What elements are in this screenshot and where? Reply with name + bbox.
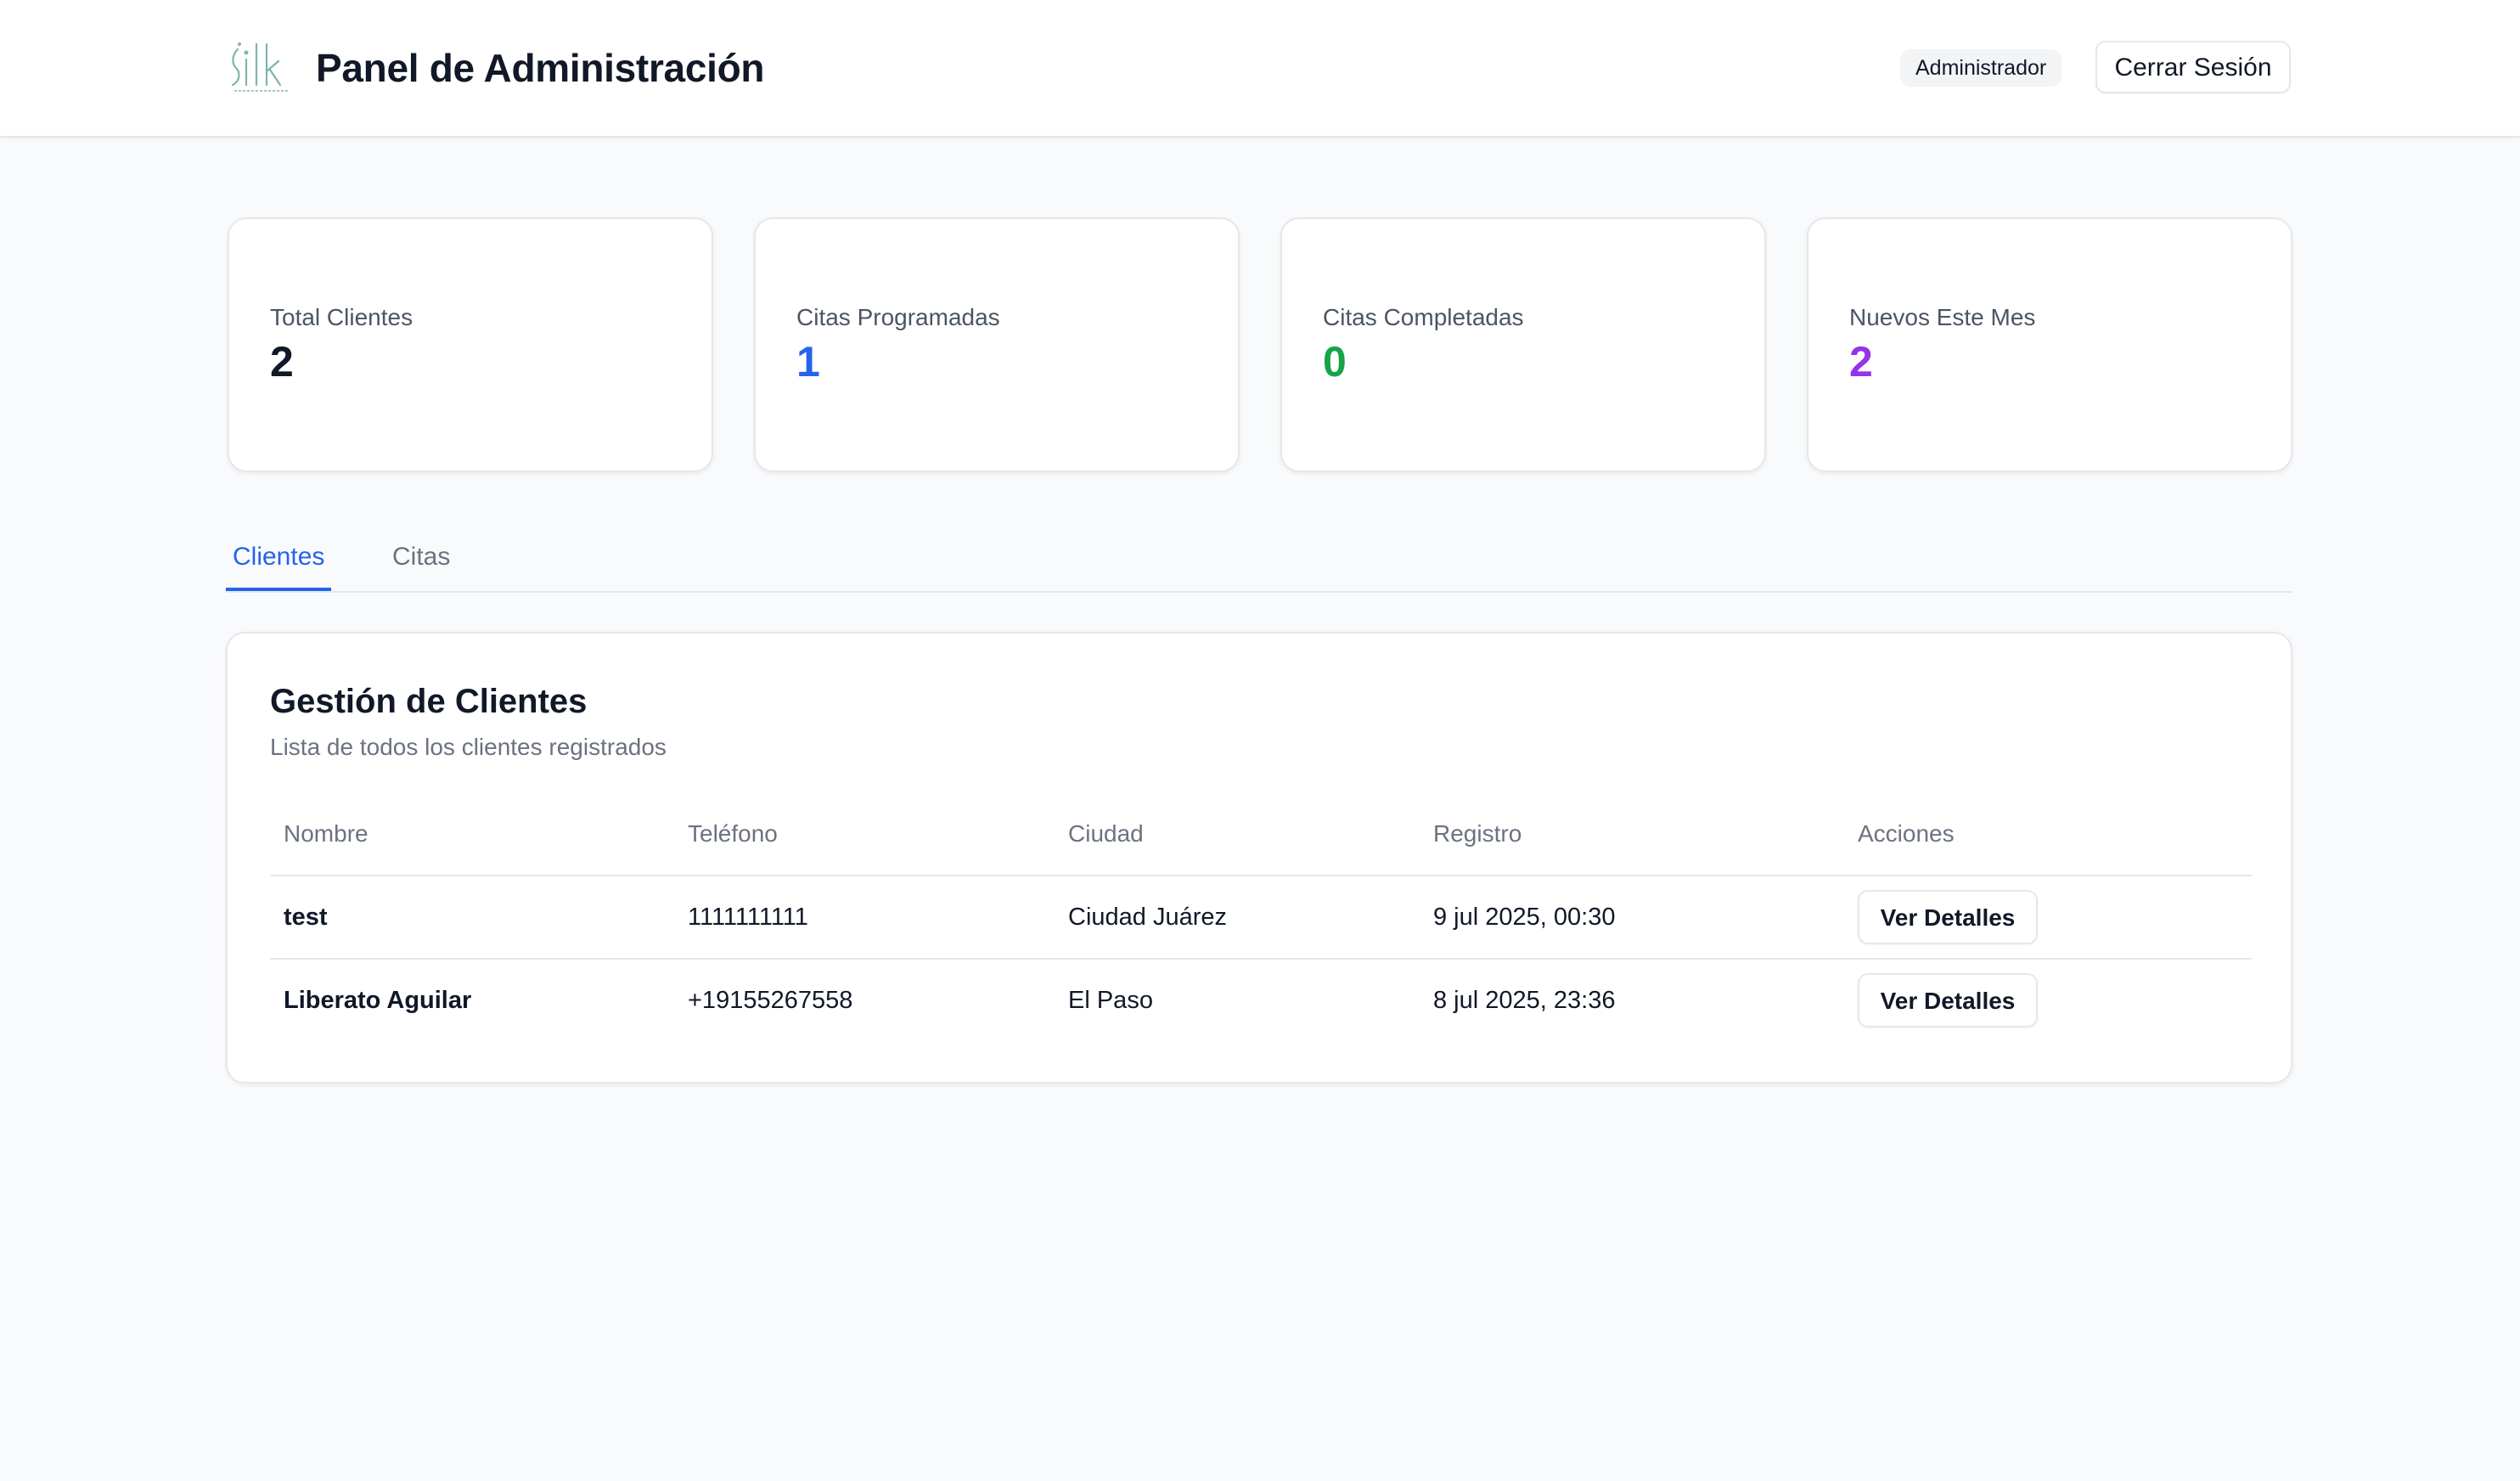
silk-logo-icon[interactable] — [226, 37, 297, 95]
table-row: test 1111111111 Ciudad Juárez 9 jul 2025… — [270, 876, 2252, 960]
card-subtitle: Lista de todos los clientes registrados — [270, 734, 667, 760]
card-title: Gestión de Clientes — [270, 683, 588, 720]
column-header-phone: Teléfono — [688, 820, 778, 847]
column-header-city: Ciudad — [1068, 820, 1144, 847]
column-header-name: Nombre — [284, 820, 368, 847]
top-header: Panel de Administración Administrador Ce… — [0, 0, 2520, 138]
stat-value: 2 — [1849, 338, 1873, 386]
logout-button[interactable]: Cerrar Sesión — [2095, 41, 2291, 93]
cell-name: Liberato Aguilar — [284, 987, 472, 1014]
stat-value: 1 — [796, 338, 820, 386]
column-header-actions: Acciones — [1858, 820, 1955, 847]
cell-name: test — [284, 904, 328, 931]
clients-table: Nombre Teléfono Ciudad Registro Acciones… — [270, 803, 2252, 1041]
role-badge: Administrador — [1900, 49, 2062, 87]
stat-card-scheduled-appointments: Citas Programadas 1 — [754, 217, 1240, 472]
cell-city: El Paso — [1068, 987, 1153, 1014]
stat-card-new-this-month: Nuevos Este Mes 2 — [1807, 217, 2292, 472]
stat-label: Nuevos Este Mes — [1849, 304, 2036, 330]
table-header: Nombre Teléfono Ciudad Registro Acciones — [270, 803, 2252, 876]
table-row: Liberato Aguilar +19155267558 El Paso 8 … — [270, 960, 2252, 1041]
column-header-registered: Registro — [1433, 820, 1522, 847]
view-details-button[interactable]: Ver Detalles — [1858, 973, 2038, 1028]
view-details-button[interactable]: Ver Detalles — [1858, 890, 2038, 944]
tab-clients[interactable]: Clientes — [226, 530, 332, 591]
cell-city: Ciudad Juárez — [1068, 904, 1227, 931]
stat-label: Citas Completadas — [1323, 304, 1524, 330]
stat-label: Total Clientes — [270, 304, 413, 330]
cell-registered: 8 jul 2025, 23:36 — [1433, 987, 1616, 1014]
stat-value: 2 — [270, 338, 294, 386]
clients-card: Gestión de Clientes Lista de todos los c… — [226, 632, 2292, 1084]
stat-card-completed-appointments: Citas Completadas 0 — [1280, 217, 1766, 472]
page-title: Panel de Administración — [316, 46, 765, 90]
stat-card-total-clients: Total Clientes 2 — [228, 217, 713, 472]
cell-phone: 1111111111 — [688, 904, 808, 931]
stat-value: 0 — [1323, 338, 1347, 386]
cell-phone: +19155267558 — [688, 987, 853, 1014]
stat-label: Citas Programadas — [796, 304, 1000, 330]
cell-registered: 9 jul 2025, 00:30 — [1433, 904, 1616, 931]
tab-bar: Clientes Citas — [226, 530, 2292, 593]
tab-appointments[interactable]: Citas — [392, 530, 450, 591]
